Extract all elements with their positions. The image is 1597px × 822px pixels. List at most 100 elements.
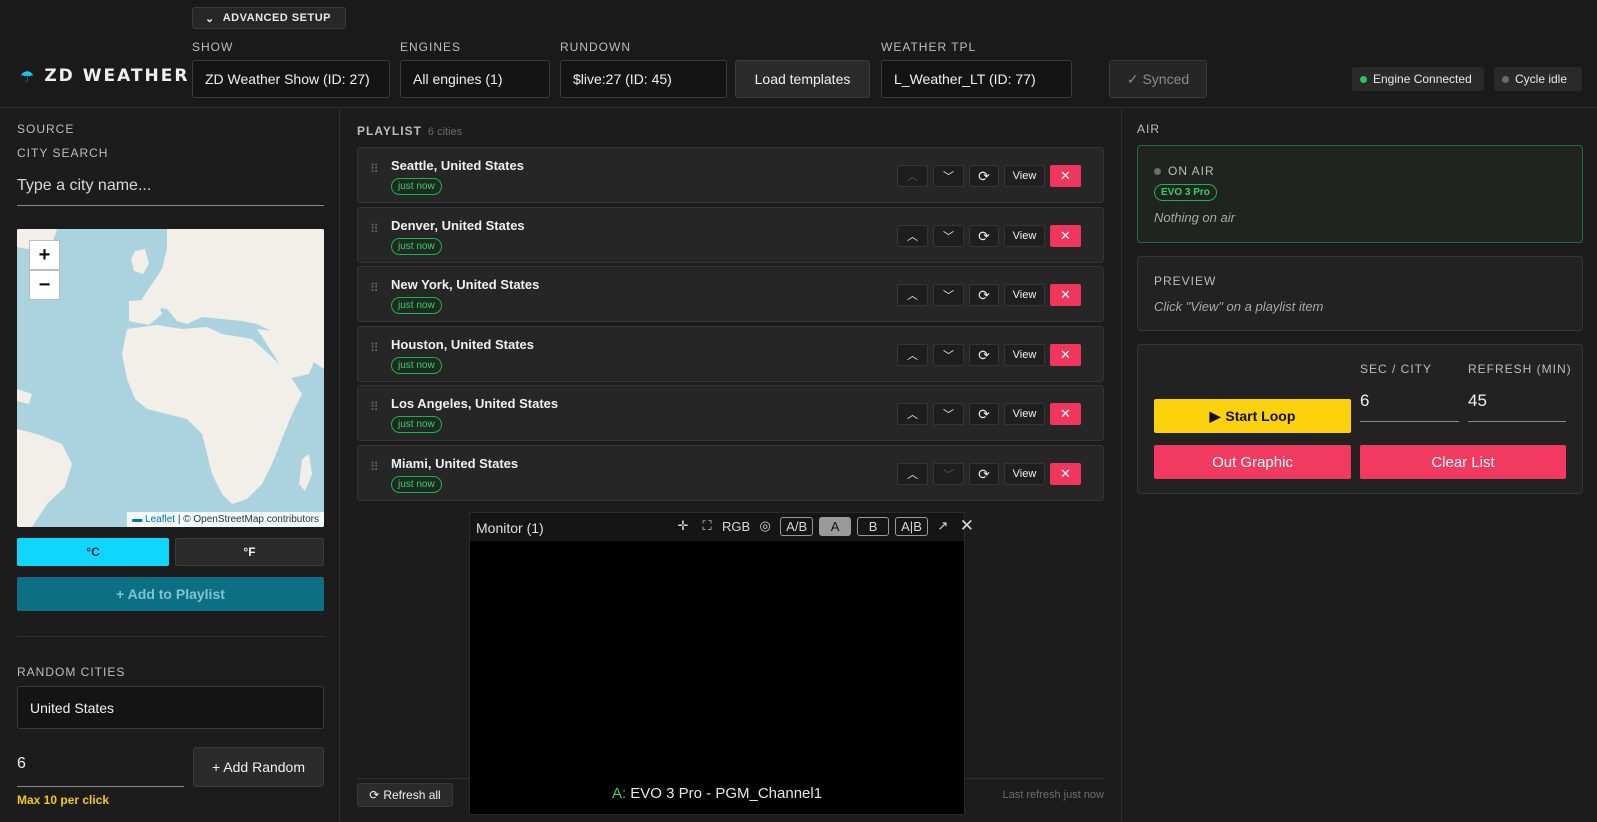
move-down-button[interactable]: ﹀ [933,403,964,425]
remove-item-button[interactable]: ✕ [1050,463,1081,485]
view-button[interactable]: View [1004,165,1045,187]
split-ab-toggle[interactable]: A|B [895,516,928,536]
engine-badge: EVO 3 Pro [1154,184,1217,201]
view-button[interactable]: View [1004,403,1045,425]
random-country-select[interactable]: United States [17,686,324,729]
playlist-city-name: Los Angeles, United States [391,396,559,411]
snapshot-icon[interactable]: ◎ [756,516,774,536]
sec-city-label: SEC / CITY [1360,362,1433,376]
source-panel: SOURCE CITY SEARCH Type a city name... +… [0,109,340,822]
drag-handle-icon[interactable]: ⠿ [370,282,380,294]
chevron-down-icon: ﹀ [943,231,954,243]
preview-hint: Click "View" on a playlist item [1154,299,1324,314]
playlist-item[interactable]: ⠿ Denver, United States just now ︿ ﹀ ⟳ View ✕ [357,207,1104,263]
last-refresh-text: Last refresh just now [1002,789,1105,801]
view-button[interactable]: View [1004,225,1045,247]
synced-button[interactable]: ✓ Synced [1109,60,1207,98]
drag-handle-icon[interactable]: ⠿ [370,342,380,354]
remove-item-button[interactable]: ✕ [1050,225,1081,247]
monitor-titlebar[interactable]: Monitor (1) ✛ ⛶ RGB ◎ A/B A B A|B ↗ ✕ [470,513,974,541]
top-header: ⌄ ADVANCED SETUP ☂ ZD WEATHER SHOW ZD We… [0,0,1597,108]
move-down-button[interactable]: ﹀ [933,463,964,485]
remove-item-button[interactable]: ✕ [1050,284,1081,306]
drag-handle-icon[interactable]: ⠿ [370,401,380,413]
crosshair-icon[interactable]: ✛ [674,516,692,536]
popout-icon[interactable]: ↗ [934,516,952,536]
advanced-setup-toggle[interactable]: ⌄ ADVANCED SETUP [192,7,346,29]
refresh-item-button[interactable]: ⟳ [969,225,999,247]
monitor-window[interactable]: Monitor (1) ✛ ⛶ RGB ◎ A/B A B A|B ↗ ✕ A:… [469,512,974,815]
chevron-down-icon: ﹀ [943,409,954,421]
close-icon: ✕ [1060,406,1071,421]
refresh-icon: ⟳ [978,346,990,363]
move-up-button[interactable]: ︿ [897,344,928,366]
view-button[interactable]: View [1004,344,1045,366]
air-panel: AIR ON AIR EVO 3 Pro Nothing on air PREV… [1122,109,1597,822]
move-up-button[interactable]: ︿ [897,463,928,485]
refresh-item-button[interactable]: ⟳ [969,403,999,425]
city-search-input[interactable]: Type a city name... [17,177,324,206]
engines-select[interactable]: All engines (1) [400,60,550,98]
remove-item-button[interactable]: ✕ [1050,165,1081,187]
unit-fahrenheit-button[interactable]: °F [175,538,324,566]
on-air-status: ON AIR [1154,164,1215,178]
playlist-item[interactable]: ⠿ Miami, United States just now ︿ ﹀ ⟳ View ✕ [357,445,1104,501]
zoom-out-button[interactable]: − [29,270,60,300]
view-button[interactable]: View [1004,284,1045,306]
playlist-item[interactable]: ⠿ Los Angeles, United States just now ︿ ﹀ ⟳ Vi… [357,385,1104,441]
move-up-button[interactable]: ︿ [897,284,928,306]
clear-list-button[interactable]: Clear List [1360,445,1566,479]
start-loop-button[interactable]: ▶ Start Loop [1154,399,1351,433]
playlist-item[interactable]: ⠿ Seattle, United States just now ︿ ﹀ ⟳ View ✕ [357,147,1104,203]
move-up-button[interactable]: ︿ [897,165,928,187]
channel-a-toggle[interactable]: A [819,516,852,536]
close-icon[interactable]: ✕ [958,516,976,536]
unit-celsius-button[interactable]: °C [17,538,169,566]
ab-toggle[interactable]: A/B [780,516,814,536]
playlist-item[interactable]: ⠿ New York, United States just now ︿ ﹀ ⟳ View ✕ [357,266,1104,322]
playlist-item[interactable]: ⠿ Houston, United States just now ︿ ﹀ ⟳ View ✕ [357,326,1104,382]
view-button[interactable]: View [1004,463,1045,485]
channel-b-toggle[interactable]: B [857,516,890,536]
sec-city-input[interactable]: 6 [1360,391,1459,422]
move-down-button[interactable]: ﹀ [933,225,964,247]
move-down-button[interactable]: ﹀ [933,344,964,366]
refresh-item-button[interactable]: ⟳ [969,165,999,187]
freshness-badge: just now [391,416,442,433]
remove-item-button[interactable]: ✕ [1050,344,1081,366]
show-select[interactable]: ZD Weather Show (ID: 27) [192,60,390,98]
loop-controls-card: SEC / CITY 6 REFRESH (MIN) 45 ▶ Start Lo… [1137,344,1583,494]
out-graphic-button[interactable]: Out Graphic [1154,445,1351,479]
refresh-item-button[interactable]: ⟳ [969,344,999,366]
playlist-header: PLAYLIST 6 cities [357,124,462,138]
refresh-icon: ⟳ [369,788,380,802]
refresh-item-button[interactable]: ⟳ [969,463,999,485]
preview-card: PREVIEW Click "View" on a playlist item [1137,256,1583,331]
rgb-toggle[interactable]: RGB [722,516,750,536]
move-up-button[interactable]: ︿ [897,403,928,425]
leaflet-link[interactable]: ▬ Leaflet [132,514,175,525]
zoom-in-button[interactable]: + [29,240,60,270]
safe-area-icon[interactable]: ⛶ [698,516,716,536]
osm-attribution: | © OpenStreetMap contributors [177,514,319,525]
world-map[interactable]: + − ▬ Leaflet | © OpenStreetMap contribu… [17,229,324,527]
refresh-min-input[interactable]: 45 [1468,391,1566,422]
move-down-button[interactable]: ﹀ [933,284,964,306]
add-to-playlist-button[interactable]: + Add to Playlist [17,577,324,611]
remove-item-button[interactable]: ✕ [1050,403,1081,425]
freshness-badge: just now [391,178,442,195]
weather-tpl-select[interactable]: L_Weather_LT (ID: 77) [881,60,1072,98]
drag-handle-icon[interactable]: ⠿ [370,223,380,235]
drag-handle-icon[interactable]: ⠿ [370,163,380,175]
random-count-input[interactable]: 6 [17,747,184,787]
refresh-all-button[interactable]: ⟳ Refresh all [357,783,453,807]
add-random-button[interactable]: + Add Random [193,747,324,787]
move-down-button[interactable]: ﹀ [933,165,964,187]
load-templates-button[interactable]: Load templates [735,60,870,98]
refresh-item-button[interactable]: ⟳ [969,284,999,306]
close-icon: ✕ [1060,347,1071,362]
drag-handle-icon[interactable]: ⠿ [370,461,380,473]
rundown-select[interactable]: $live:27 (ID: 45) [560,60,727,98]
move-up-button[interactable]: ︿ [897,225,928,247]
show-label: SHOW [192,40,234,54]
